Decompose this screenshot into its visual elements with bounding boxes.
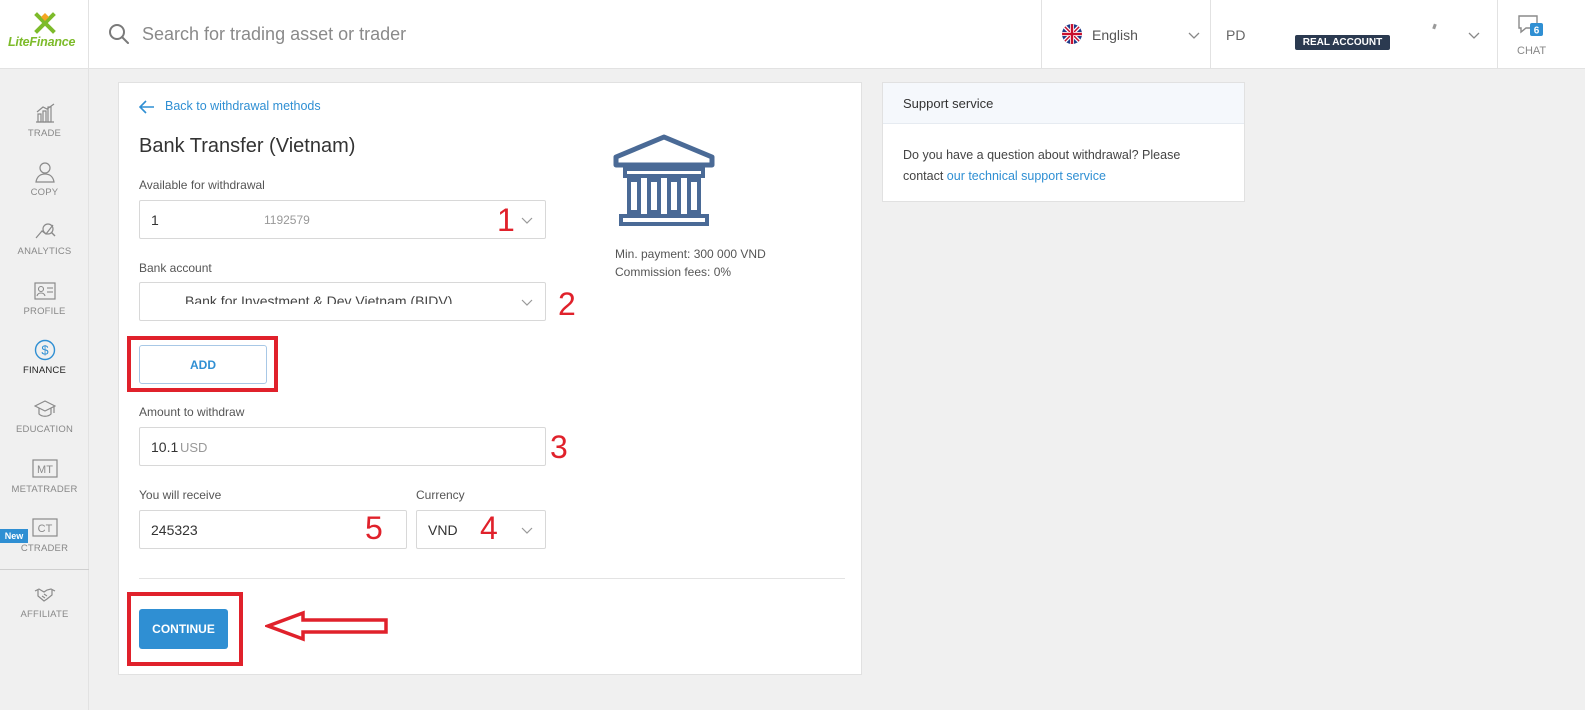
sidebar-item-copy[interactable]: COPY	[0, 161, 89, 219]
account-number: 1	[151, 212, 159, 228]
sidebar-item-label: METATRADER	[11, 484, 78, 495]
back-to-methods-link[interactable]: Back to withdrawal methods	[165, 99, 321, 113]
receive-value: 245323	[151, 522, 198, 538]
profile-card-icon	[34, 282, 56, 300]
account-selector[interactable]: PD REAL ACCOUNT	[1211, 0, 1497, 69]
commission-text: Commission fees: 0%	[615, 265, 732, 279]
receive-label: You will receive	[139, 488, 222, 502]
new-badge: New	[0, 529, 28, 543]
logo-mark-icon	[34, 12, 56, 34]
sidebar-item-affiliate[interactable]: AFFILIATE	[0, 583, 89, 641]
search-input[interactable]	[142, 18, 842, 50]
sidebar-item-label: PROFILE	[23, 306, 66, 317]
sidebar-item-label: TRADE	[27, 128, 62, 139]
sidebar-item-trade[interactable]: TRADE	[0, 102, 89, 160]
chevron-down-icon	[521, 217, 533, 224]
account-mark	[1432, 23, 1437, 30]
mt-icon: MT	[32, 459, 58, 478]
chat-count: 6	[1534, 26, 1540, 37]
chat-button[interactable]: 6 CHAT	[1497, 0, 1585, 69]
annotation-number-1: 1	[497, 202, 515, 238]
search-icon	[109, 24, 129, 44]
min-payment-text: Min. payment: 300 000 VND	[615, 247, 766, 261]
trade-chart-icon	[36, 103, 55, 123]
dollar-coin-icon: $	[34, 339, 56, 361]
currency-label: Currency	[416, 488, 465, 502]
account-initials: PD	[1226, 27, 1246, 43]
card-divider	[139, 578, 845, 579]
account-id: 1192579	[264, 213, 310, 227]
sidebar-item-education[interactable]: EDUCATION	[0, 398, 89, 456]
sidebar-item-label: EDUCATION	[15, 424, 74, 435]
sidebar-item-profile[interactable]: PROFILE	[0, 280, 89, 338]
method-title: Bank Transfer (Vietnam)	[139, 135, 356, 157]
annotation-box-continue	[127, 592, 243, 666]
annotation-number-5: 5	[365, 510, 383, 546]
annotation-box-add	[127, 336, 278, 392]
amount-currency: USD	[180, 440, 208, 455]
sidebar-item-label: COPY	[30, 187, 59, 198]
sidebar-item-label: CTRADER	[20, 543, 69, 554]
support-title: Support service	[903, 96, 994, 111]
support-header: Support service	[883, 83, 1244, 124]
sidebar-item-ctrader[interactable]: CT CTRADER	[0, 517, 89, 575]
chevron-down-icon	[521, 527, 533, 534]
top-bar: LiteFinance English PD REAL ACCOUNT	[0, 0, 1585, 69]
mt-icon-text: MT	[37, 464, 53, 476]
chevron-down-icon	[1468, 32, 1480, 39]
handshake-icon	[34, 588, 56, 602]
chevron-down-icon	[1188, 32, 1200, 39]
ct-icon: CT	[32, 518, 58, 537]
support-link[interactable]: our technical support service	[947, 169, 1106, 183]
bank-building-icon	[613, 134, 715, 226]
analytics-icon	[35, 223, 56, 239]
language-selector[interactable]: English	[1041, 0, 1211, 69]
back-arrow-icon[interactable]	[139, 100, 155, 114]
sidebar-divider	[0, 569, 89, 570]
ct-icon-text: CT	[38, 523, 53, 535]
svg-text:$: $	[41, 343, 49, 358]
annotation-arrow-icon	[265, 610, 388, 642]
graduation-cap-icon	[34, 400, 56, 417]
support-text: Do you have a question about withdrawal?…	[903, 145, 1203, 187]
sidebar: TRADE COPY ANALYTICS PROFILE $ FINANCE E…	[0, 69, 89, 710]
sidebar-item-label: ANALYTICS	[17, 246, 72, 257]
uk-flag-icon	[1062, 24, 1082, 44]
annotation-number-4: 4	[480, 510, 498, 546]
currency-value: VND	[428, 522, 458, 538]
available-label: Available for withdrawal	[139, 178, 265, 192]
real-account-badge: REAL ACCOUNT	[1295, 35, 1390, 50]
sidebar-item-label: FINANCE	[22, 365, 67, 376]
account-select[interactable]: 1 1192579	[139, 200, 546, 239]
sidebar-item-metatrader[interactable]: MT METATRADER	[0, 458, 89, 516]
chevron-down-icon	[521, 299, 533, 306]
support-panel: Support service Do you have a question a…	[882, 82, 1245, 202]
chat-icon: 6	[1518, 15, 1543, 37]
amount-value: 10.1	[151, 439, 179, 455]
chat-label: CHAT	[1517, 45, 1547, 57]
logo[interactable]: LiteFinance	[0, 0, 89, 69]
bank-account-value: Bank for Investment & Dev Vietnam (BIDV)	[185, 293, 453, 309]
bank-account-select[interactable]: Bank for Investment & Dev Vietnam (BIDV)	[139, 282, 546, 321]
sidebar-item-label: AFFILIATE	[20, 609, 69, 620]
language-label: English	[1092, 27, 1138, 43]
copy-trader-icon	[35, 162, 55, 183]
bank-account-label: Bank account	[139, 261, 212, 275]
annotation-number-3: 3	[550, 429, 568, 465]
amount-field[interactable]: 10.1 USD	[139, 427, 546, 466]
annotation-number-2: 2	[558, 286, 576, 322]
amount-label: Amount to withdraw	[139, 405, 245, 419]
logo-text: LiteFinance	[8, 35, 76, 49]
sidebar-item-analytics[interactable]: ANALYTICS	[0, 220, 89, 278]
sidebar-item-finance[interactable]: $ FINANCE	[0, 339, 89, 397]
